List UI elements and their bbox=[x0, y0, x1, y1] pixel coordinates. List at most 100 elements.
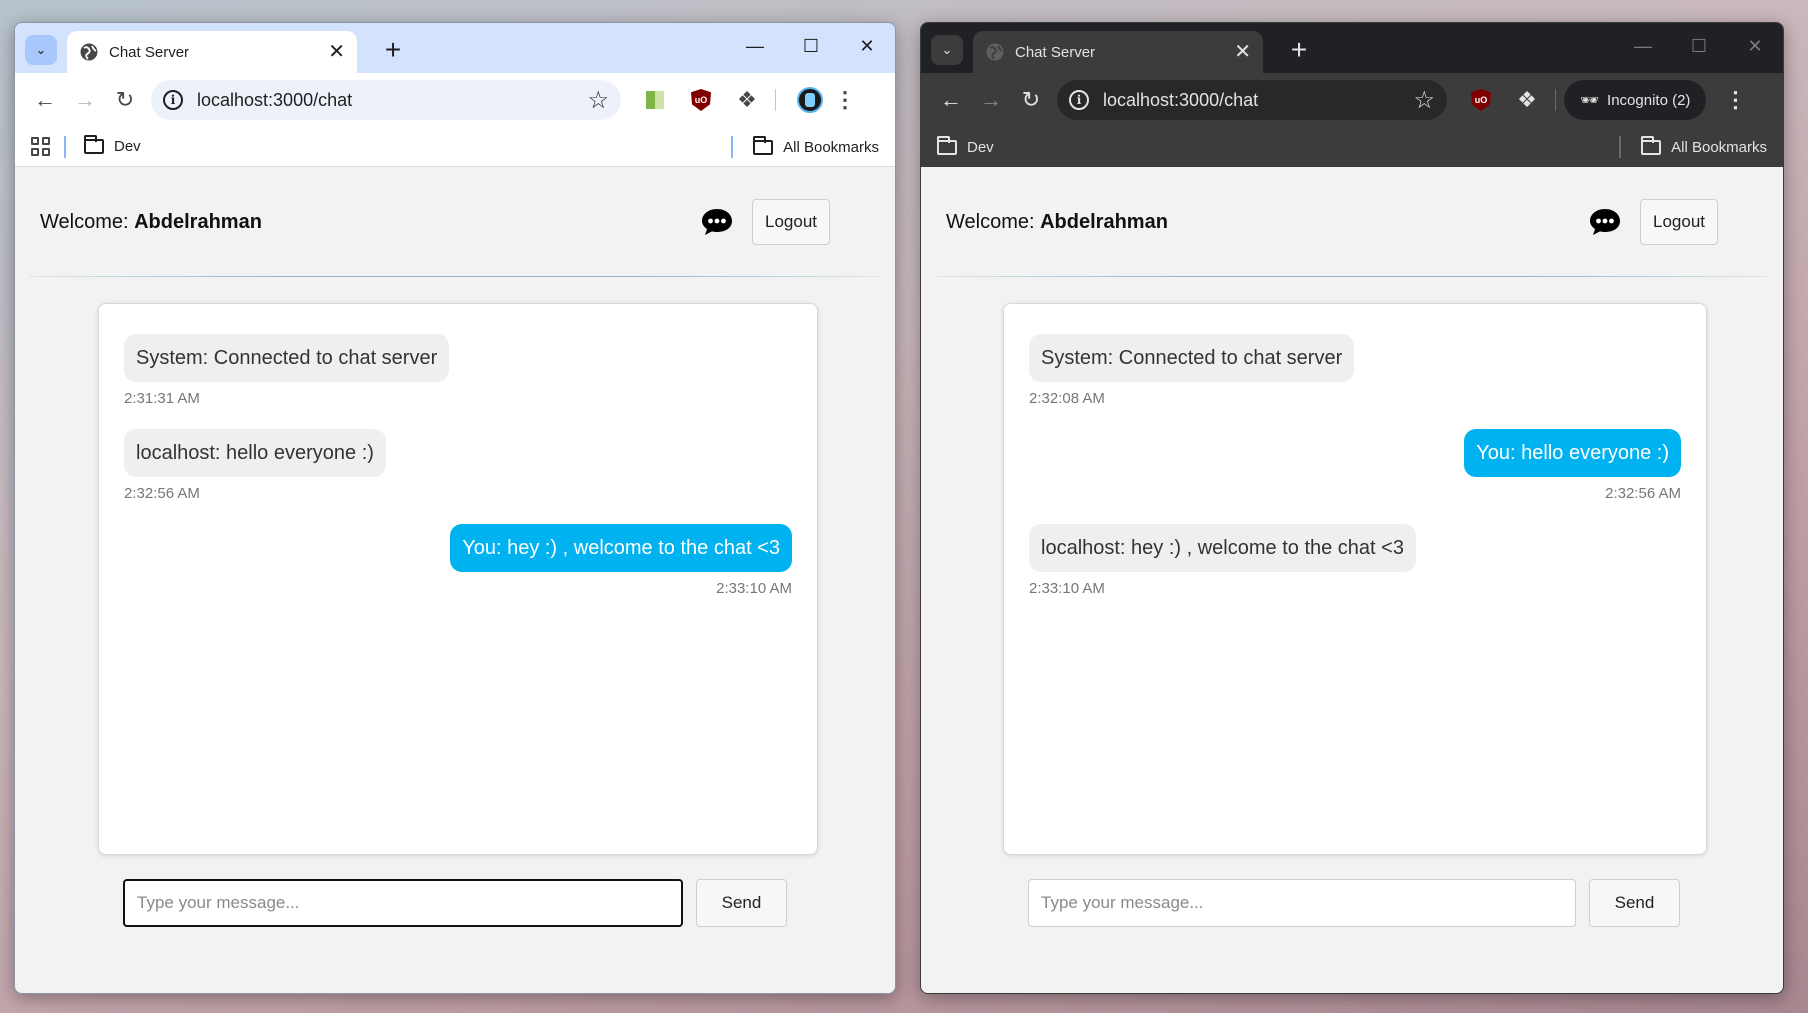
chat-bubble-icon[interactable] bbox=[700, 207, 734, 237]
browser-window-light: ⌄ Chat Server ✕ + — ☐ ✕ ← → ↻ i localhos… bbox=[14, 22, 896, 994]
incognito-badge[interactable]: 🕶 Incognito (2) bbox=[1564, 80, 1707, 120]
globe-icon bbox=[986, 43, 1004, 61]
ublock-button[interactable]: uO bbox=[681, 80, 721, 120]
extensions-button[interactable]: ❖ bbox=[1507, 80, 1547, 120]
bookmarks-separator bbox=[731, 136, 734, 158]
reload-icon: ↻ bbox=[1021, 87, 1041, 112]
browser-toolbar: ← → ↻ i localhost:3000/chat ☆ uO ❖ ⋮ bbox=[15, 73, 895, 127]
message-list[interactable]: System: Connected to chat server 2:31:31… bbox=[98, 303, 818, 855]
list-item: You: hello everyone :) 2:32:56 AM bbox=[1029, 429, 1681, 502]
maximize-icon[interactable]: ☐ bbox=[1671, 23, 1727, 69]
message-time: 2:32:56 AM bbox=[124, 485, 200, 502]
incognito-label: Incognito (2) bbox=[1607, 91, 1691, 109]
tab-title: Chat Server bbox=[1015, 43, 1096, 61]
list-item: You: hey :) , welcome to the chat <3 2:3… bbox=[124, 524, 792, 597]
message-time: 2:33:10 AM bbox=[716, 580, 792, 597]
new-tab-button[interactable]: + bbox=[375, 33, 411, 69]
new-tab-button[interactable]: + bbox=[1281, 33, 1317, 69]
reload-button[interactable]: ↻ bbox=[1011, 80, 1051, 120]
address-bar[interactable]: i localhost:3000/chat ☆ bbox=[1057, 80, 1447, 120]
username: Abdelrahman bbox=[134, 210, 262, 233]
url-text: localhost:3000/chat bbox=[197, 89, 353, 110]
extension-button[interactable] bbox=[635, 80, 675, 120]
menu-kebab-icon[interactable]: ⋮ bbox=[830, 87, 860, 113]
message-input[interactable] bbox=[123, 879, 683, 927]
address-bar[interactable]: i localhost:3000/chat ☆ bbox=[151, 80, 621, 120]
message-composer: Send bbox=[123, 879, 787, 927]
back-button[interactable]: ← bbox=[931, 80, 971, 120]
ublock-shield-icon: uO bbox=[1471, 89, 1491, 111]
bookmarks-bar: Dev All Bookmarks bbox=[921, 127, 1783, 167]
tab-bar: ⌄ Chat Server ✕ + — ☐ ✕ bbox=[15, 23, 895, 73]
message-list[interactable]: System: Connected to chat server 2:32:08… bbox=[1003, 303, 1707, 855]
message-composer: Send bbox=[1028, 879, 1680, 927]
menu-kebab-icon[interactable]: ⋮ bbox=[1720, 87, 1750, 113]
chat-header: Welcome: Abdelrahman Logout bbox=[921, 167, 1783, 277]
username: Abdelrahman bbox=[1040, 210, 1168, 233]
arrow-left-icon: ← bbox=[34, 87, 56, 112]
browser-window-incognito: ⌄ Chat Server ✕ + — ☐ ✕ ← → ↻ i localhos… bbox=[920, 22, 1784, 994]
forward-button[interactable]: → bbox=[65, 80, 105, 120]
toolbar-separator bbox=[775, 89, 776, 111]
all-bookmarks-label: All Bookmarks bbox=[783, 138, 879, 156]
list-item: System: Connected to chat server 2:32:08… bbox=[1029, 334, 1681, 407]
welcome-label: Welcome: bbox=[40, 210, 129, 233]
message-time: 2:32:08 AM bbox=[1029, 390, 1105, 407]
ublock-shield-icon: uO bbox=[691, 89, 711, 111]
url-text: localhost:3000/chat bbox=[1103, 89, 1259, 110]
tab-bar: ⌄ Chat Server ✕ + — ☐ ✕ bbox=[921, 23, 1783, 73]
minimize-icon[interactable]: — bbox=[727, 23, 783, 69]
bookmark-folder-dev[interactable]: Dev bbox=[967, 139, 994, 156]
maximize-icon[interactable]: ☐ bbox=[783, 23, 839, 69]
ublock-button[interactable]: uO bbox=[1461, 80, 1501, 120]
grass-extension-icon bbox=[646, 91, 664, 109]
extensions-button[interactable]: ❖ bbox=[727, 80, 767, 120]
close-tab-icon[interactable]: ✕ bbox=[328, 42, 345, 62]
send-button[interactable]: Send bbox=[696, 879, 787, 927]
profile-button[interactable] bbox=[790, 80, 830, 120]
header-divider bbox=[935, 276, 1769, 277]
arrow-left-icon: ← bbox=[940, 87, 962, 112]
message-input[interactable] bbox=[1028, 879, 1576, 927]
close-window-icon[interactable]: ✕ bbox=[1727, 23, 1783, 69]
arrow-right-icon: → bbox=[74, 87, 96, 112]
site-info-icon[interactable]: i bbox=[1069, 90, 1089, 110]
tab-title: Chat Server bbox=[109, 43, 190, 61]
bookmarks-separator bbox=[64, 135, 66, 158]
bookmarks-bar: Dev All Bookmarks bbox=[15, 127, 895, 167]
back-button[interactable]: ← bbox=[25, 80, 65, 120]
chevron-down-icon: ⌄ bbox=[35, 42, 47, 57]
all-bookmarks[interactable]: All Bookmarks bbox=[1619, 127, 1767, 167]
close-tab-icon[interactable]: ✕ bbox=[1234, 42, 1251, 62]
reload-button[interactable]: ↻ bbox=[105, 80, 145, 120]
tab-search-button[interactable]: ⌄ bbox=[25, 35, 57, 65]
bookmark-star-icon[interactable]: ☆ bbox=[587, 86, 609, 115]
list-item: localhost: hello everyone :) 2:32:56 AM bbox=[124, 429, 792, 502]
tab-search-button[interactable]: ⌄ bbox=[931, 35, 963, 65]
logout-button[interactable]: Logout bbox=[1640, 199, 1718, 245]
message-bubble: localhost: hey :) , welcome to the chat … bbox=[1029, 524, 1416, 572]
message-time: 2:33:10 AM bbox=[1029, 580, 1105, 597]
arrow-right-icon: → bbox=[980, 87, 1002, 112]
site-info-icon[interactable]: i bbox=[163, 90, 183, 110]
all-bookmarks[interactable]: All Bookmarks bbox=[731, 127, 879, 167]
send-button[interactable]: Send bbox=[1589, 879, 1680, 927]
toolbar-separator bbox=[1555, 89, 1556, 111]
bookmark-star-icon[interactable]: ☆ bbox=[1413, 86, 1435, 115]
reload-icon: ↻ bbox=[115, 87, 135, 112]
folder-icon bbox=[937, 135, 957, 155]
message-time: 2:31:31 AM bbox=[124, 390, 200, 407]
logout-button[interactable]: Logout bbox=[752, 199, 830, 245]
folder-icon bbox=[753, 135, 774, 155]
bookmark-folder-dev[interactable]: Dev bbox=[114, 138, 141, 155]
welcome-text: Welcome: Abdelrahman bbox=[946, 211, 1588, 234]
message-bubble: System: Connected to chat server bbox=[124, 334, 450, 382]
chat-bubble-icon[interactable] bbox=[1588, 207, 1622, 237]
tab-chat-server[interactable]: Chat Server ✕ bbox=[67, 31, 357, 73]
tab-chat-server[interactable]: Chat Server ✕ bbox=[973, 31, 1263, 73]
puzzle-icon: ❖ bbox=[1517, 87, 1537, 112]
minimize-icon[interactable]: — bbox=[1615, 23, 1671, 69]
forward-button[interactable]: → bbox=[971, 80, 1011, 120]
close-window-icon[interactable]: ✕ bbox=[839, 23, 895, 69]
apps-grid-icon[interactable] bbox=[31, 137, 50, 156]
